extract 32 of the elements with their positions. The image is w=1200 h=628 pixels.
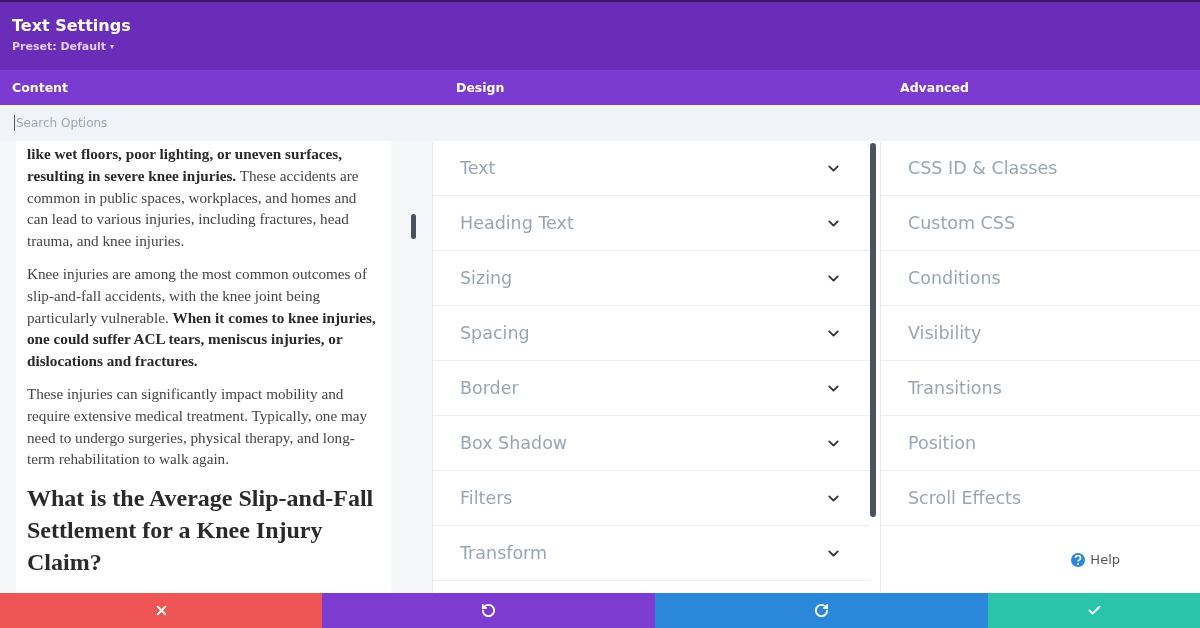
option-group[interactable]: Position [881,416,1200,471]
close-button[interactable] [0,593,322,628]
paragraph: These injuries can significantly impact mobility and require extensive medical treatment. Typically, one may need to undergo surgeries, physical therapy, and long-term rehabilitation to walk again. [27,383,369,470]
tab[interactable]: Advanced [888,80,1200,95]
tab[interactable]: Design [444,80,888,95]
redo-icon [814,603,829,618]
check-icon [1086,603,1102,618]
option-group[interactable]: CSS ID & Classes [881,141,1200,196]
save-button[interactable] [988,593,1200,628]
option-group[interactable]: Visibility [881,306,1200,361]
option-group[interactable]: Transform [433,526,870,581]
article-heading: What is the Average Slip-and-Fall Settlement for a Knee Injury Claim? [27,484,375,578]
search-field[interactable]: Search Options [14,115,314,131]
window-title: Text Settings [12,16,132,35]
redo-button[interactable] [655,593,988,628]
help-icon [1071,552,1086,567]
preset-dropdown[interactable]: Preset: Default [12,40,107,53]
option-group[interactable]: Conditions [881,251,1200,306]
undo-button[interactable] [322,593,655,628]
option-group[interactable]: Scroll Effects [881,471,1200,526]
paragraph: Knee injuries are among the most common outcomes of slip-and-fall accidents, with the knee joint being particularly vulnerable. When it comes to knee injuries, one could suffer ACL tears, meniscus injuries, or dislocations and fractures. [27,264,377,372]
option-group[interactable]: Custom CSS [881,196,1200,251]
option-group[interactable]: Transitions [881,361,1200,416]
option-group[interactable]: Filters [433,471,870,526]
option-group[interactable]: Text [433,141,870,196]
help-link[interactable]: Help [1071,552,1120,567]
tab[interactable]: Content [0,80,444,95]
scrollbar[interactable] [870,143,876,517]
undo-icon [481,603,496,618]
caret-icon[interactable]: ▾ [110,42,115,51]
scrollbar[interactable] [411,214,416,239]
paragraph: like wet floors, poor lighting, or uneven surfaces, resulting in severe knee injuries. These accidents are common in public spaces, workplaces, and homes and can lead to various injuries, including fractures, head trauma, and knee injuries. [27,144,360,252]
